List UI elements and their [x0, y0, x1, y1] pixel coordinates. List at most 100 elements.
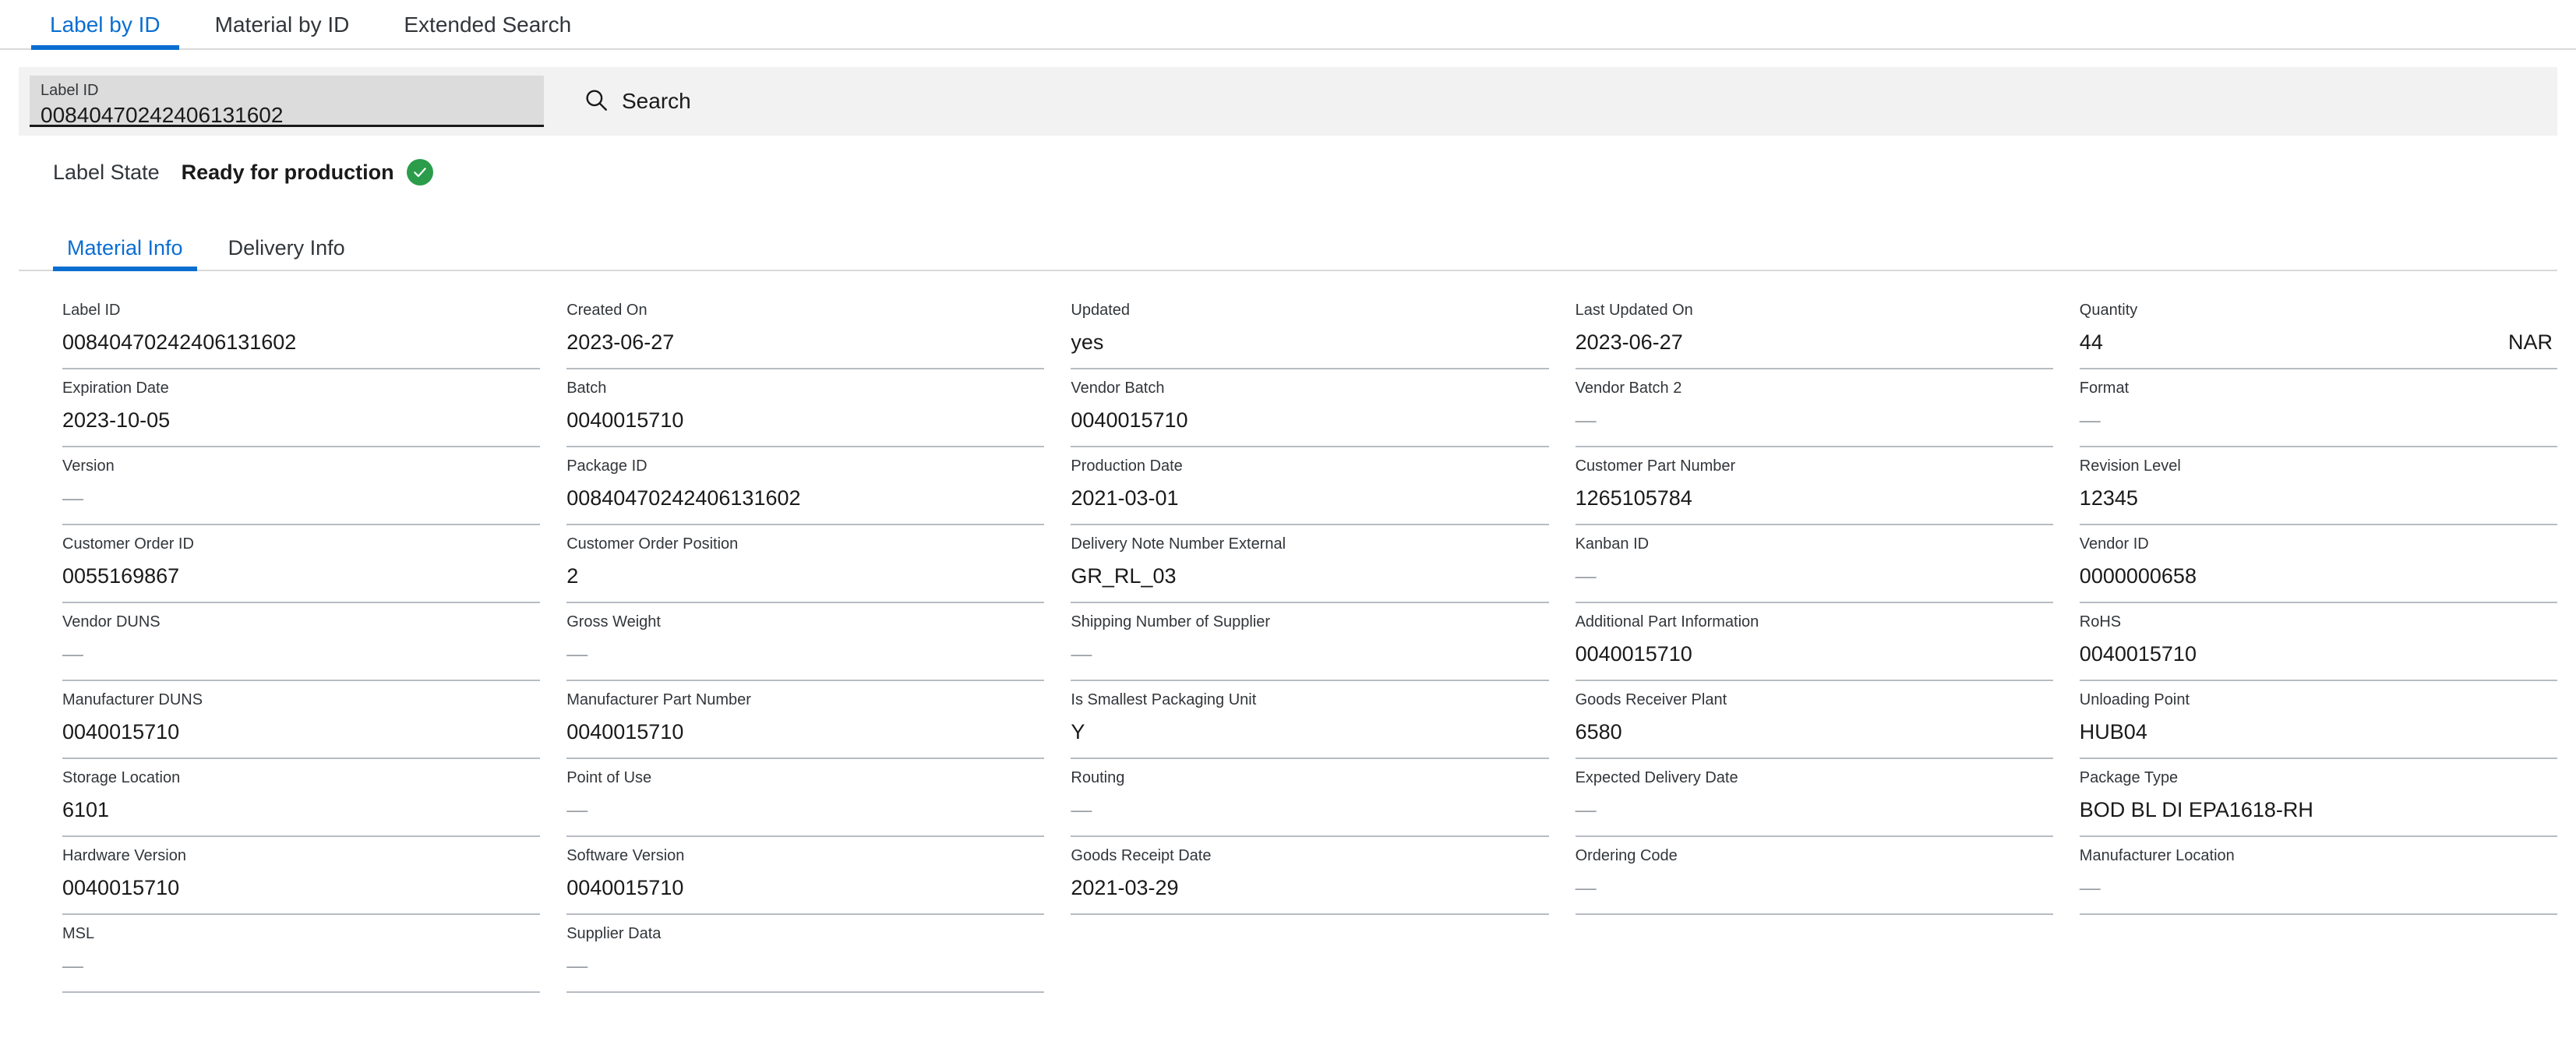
main-tab-label-by-id[interactable]: Label by ID — [31, 14, 179, 50]
form-field-value-row: 00840470242406131602 — [566, 486, 1044, 510]
form-field: Point of Use — — [566, 759, 1045, 837]
search-button-label: Search — [622, 89, 691, 113]
form-field: Package Type BOD BL DI EPA1618-RH — [2079, 759, 2557, 837]
form-field-label: Routing — [1071, 769, 1125, 786]
form-field-label: Quantity — [2079, 302, 2138, 319]
form-field: RoHS 0040015710 — [2079, 603, 2557, 681]
form-field-value-row: 2023-06-27 — [566, 330, 1044, 355]
form-field: Last Updated On 2023-06-27 — [1575, 291, 2053, 369]
form-field-label: Manufacturer Part Number — [566, 691, 751, 708]
form-field-label: Format — [2079, 380, 2130, 397]
form-field: Customer Order Position 2 — [566, 525, 1045, 603]
form-field: Batch 0040015710 — [566, 369, 1045, 447]
form-field-value: 2023-06-27 — [1575, 330, 1683, 354]
label-id-input[interactable]: Label ID 00840470242406131602 — [30, 76, 544, 127]
label-state-value: Ready for production — [181, 160, 394, 184]
main-tab-material-by-id[interactable]: Material by ID — [196, 14, 369, 48]
form-field-value: 0055169867 — [62, 564, 180, 588]
form-field-label: Shipping Number of Supplier — [1071, 613, 1271, 630]
search-button[interactable]: Search — [575, 82, 699, 122]
form-field: Version — — [62, 447, 541, 525]
form-field-value-row: 2021-03-01 — [1071, 486, 1548, 510]
form-field-value-row: 0040015710 — [62, 719, 540, 744]
form-field: Customer Order ID 0055169867 — [62, 525, 541, 603]
form-field-label: Vendor DUNS — [62, 613, 161, 630]
form-field-value-row: 0040015710 — [1576, 641, 2053, 666]
form-field-value: 44 — [2079, 330, 2103, 354]
form-field: Revision Level 12345 — [2079, 447, 2557, 525]
form-field-value: — — [566, 954, 588, 977]
form-field-label: Production Date — [1071, 457, 1183, 475]
form-field-value-row: — — [2080, 408, 2557, 433]
form-field: Gross Weight — — [566, 603, 1045, 681]
detail-tab-delivery-info[interactable]: Delivery Info — [214, 238, 359, 270]
form-field-label: Customer Order Position — [566, 535, 739, 553]
form-field-label: Vendor Batch — [1071, 380, 1165, 397]
form-field-value: 00840470242406131602 — [62, 330, 297, 354]
form-field: Manufacturer Location — — [2079, 837, 2557, 915]
form-field-label: RoHS — [2079, 613, 2122, 630]
form-field-placeholder — [2080, 915, 2557, 993]
form-field-value-row: — — [1576, 408, 2053, 433]
form-field-label: Expiration Date — [62, 380, 169, 397]
form-field-value-row: — — [1576, 563, 2053, 588]
form-field-value: 6101 — [62, 798, 110, 821]
form-field: Shipping Number of Supplier — — [1071, 603, 1549, 681]
main-tab-extended-search[interactable]: Extended Search — [385, 14, 590, 48]
form-field-value-row: 0040015710 — [62, 875, 540, 900]
form-field-value-row: 00840470242406131602 — [62, 330, 540, 355]
form-field-label: Package ID — [566, 457, 648, 475]
form-field: Manufacturer Part Number 0040015710 — [566, 681, 1045, 759]
form-field-label: Is Smallest Packaging Unit — [1071, 691, 1257, 708]
form-field-value-row: — — [1576, 797, 2053, 822]
form-field-label: Unloading Point — [2079, 691, 2190, 708]
form-field-value: — — [566, 798, 588, 821]
form-field-value: 12345 — [2079, 486, 2138, 510]
form-field-placeholder — [1576, 915, 2053, 993]
detail-tab-material-info[interactable]: Material Info — [53, 238, 197, 271]
material-info-form: Label ID 00840470242406131602 Created On 20… — [62, 291, 2557, 993]
form-field-value: BOD BL DI EPA1618-RH — [2079, 798, 2313, 821]
form-field-label: Label ID — [62, 302, 121, 319]
search-toolbar: Label ID 00840470242406131602 Search — [19, 67, 2557, 136]
form-field-label: Manufacturer Location — [2079, 847, 2235, 864]
form-field: MSL — — [62, 915, 541, 993]
form-field-value-row: 0040015710 — [566, 875, 1044, 900]
form-field-value: 1265105784 — [1575, 486, 1692, 510]
form-field-label: Vendor Batch 2 — [1575, 380, 1682, 397]
form-field-value: 2023-06-27 — [566, 330, 675, 354]
form-field-value: — — [62, 642, 83, 666]
form-field-value: 0000000658 — [2079, 564, 2197, 588]
form-field-value-row: 0040015710 — [1071, 408, 1548, 433]
form-field-label: Software Version — [566, 847, 685, 864]
form-field-value-row: 44 NAR — [2080, 330, 2557, 355]
form-field: Delivery Note Number External GR_RL_03 — [1071, 525, 1549, 603]
form-field-label: Customer Part Number — [1575, 457, 1736, 475]
form-field-value-row: — — [62, 641, 540, 666]
form-field: Goods Receiver Plant 6580 — [1575, 681, 2053, 759]
form-field-value-row: HUB04 — [2080, 719, 2557, 744]
form-field-value-row: 1265105784 — [1576, 486, 2053, 510]
form-field-label: Batch — [566, 380, 607, 397]
form-field-value-row: 0055169867 — [62, 563, 540, 588]
search-icon — [583, 87, 609, 117]
form-field-label: Additional Part Information — [1575, 613, 1759, 630]
form-field: Format — — [2079, 369, 2557, 447]
form-field-value-row: yes — [1071, 330, 1548, 355]
form-field: Customer Part Number 1265105784 — [1575, 447, 2053, 525]
form-field: Additional Part Information 0040015710 — [1575, 603, 2053, 681]
form-field: Routing — — [1071, 759, 1549, 837]
form-field-value-row: — — [566, 797, 1044, 822]
form-field-label: Kanban ID — [1575, 535, 1650, 553]
form-field-label: Goods Receipt Date — [1071, 847, 1212, 864]
form-field-value-row: GR_RL_03 — [1071, 563, 1548, 588]
form-field-value: 0040015710 — [566, 408, 684, 432]
form-field-value-row: — — [62, 486, 540, 510]
form-field: Production Date 2021-03-01 — [1071, 447, 1549, 525]
form-field-label: Ordering Code — [1575, 847, 1678, 864]
form-field-value-row: — — [566, 953, 1044, 978]
form-field-value-row: — — [1071, 641, 1548, 666]
form-field-value-row: — — [62, 953, 540, 978]
form-field-label: Vendor ID — [2079, 535, 2149, 553]
form-field-value: 6580 — [1575, 720, 1622, 743]
